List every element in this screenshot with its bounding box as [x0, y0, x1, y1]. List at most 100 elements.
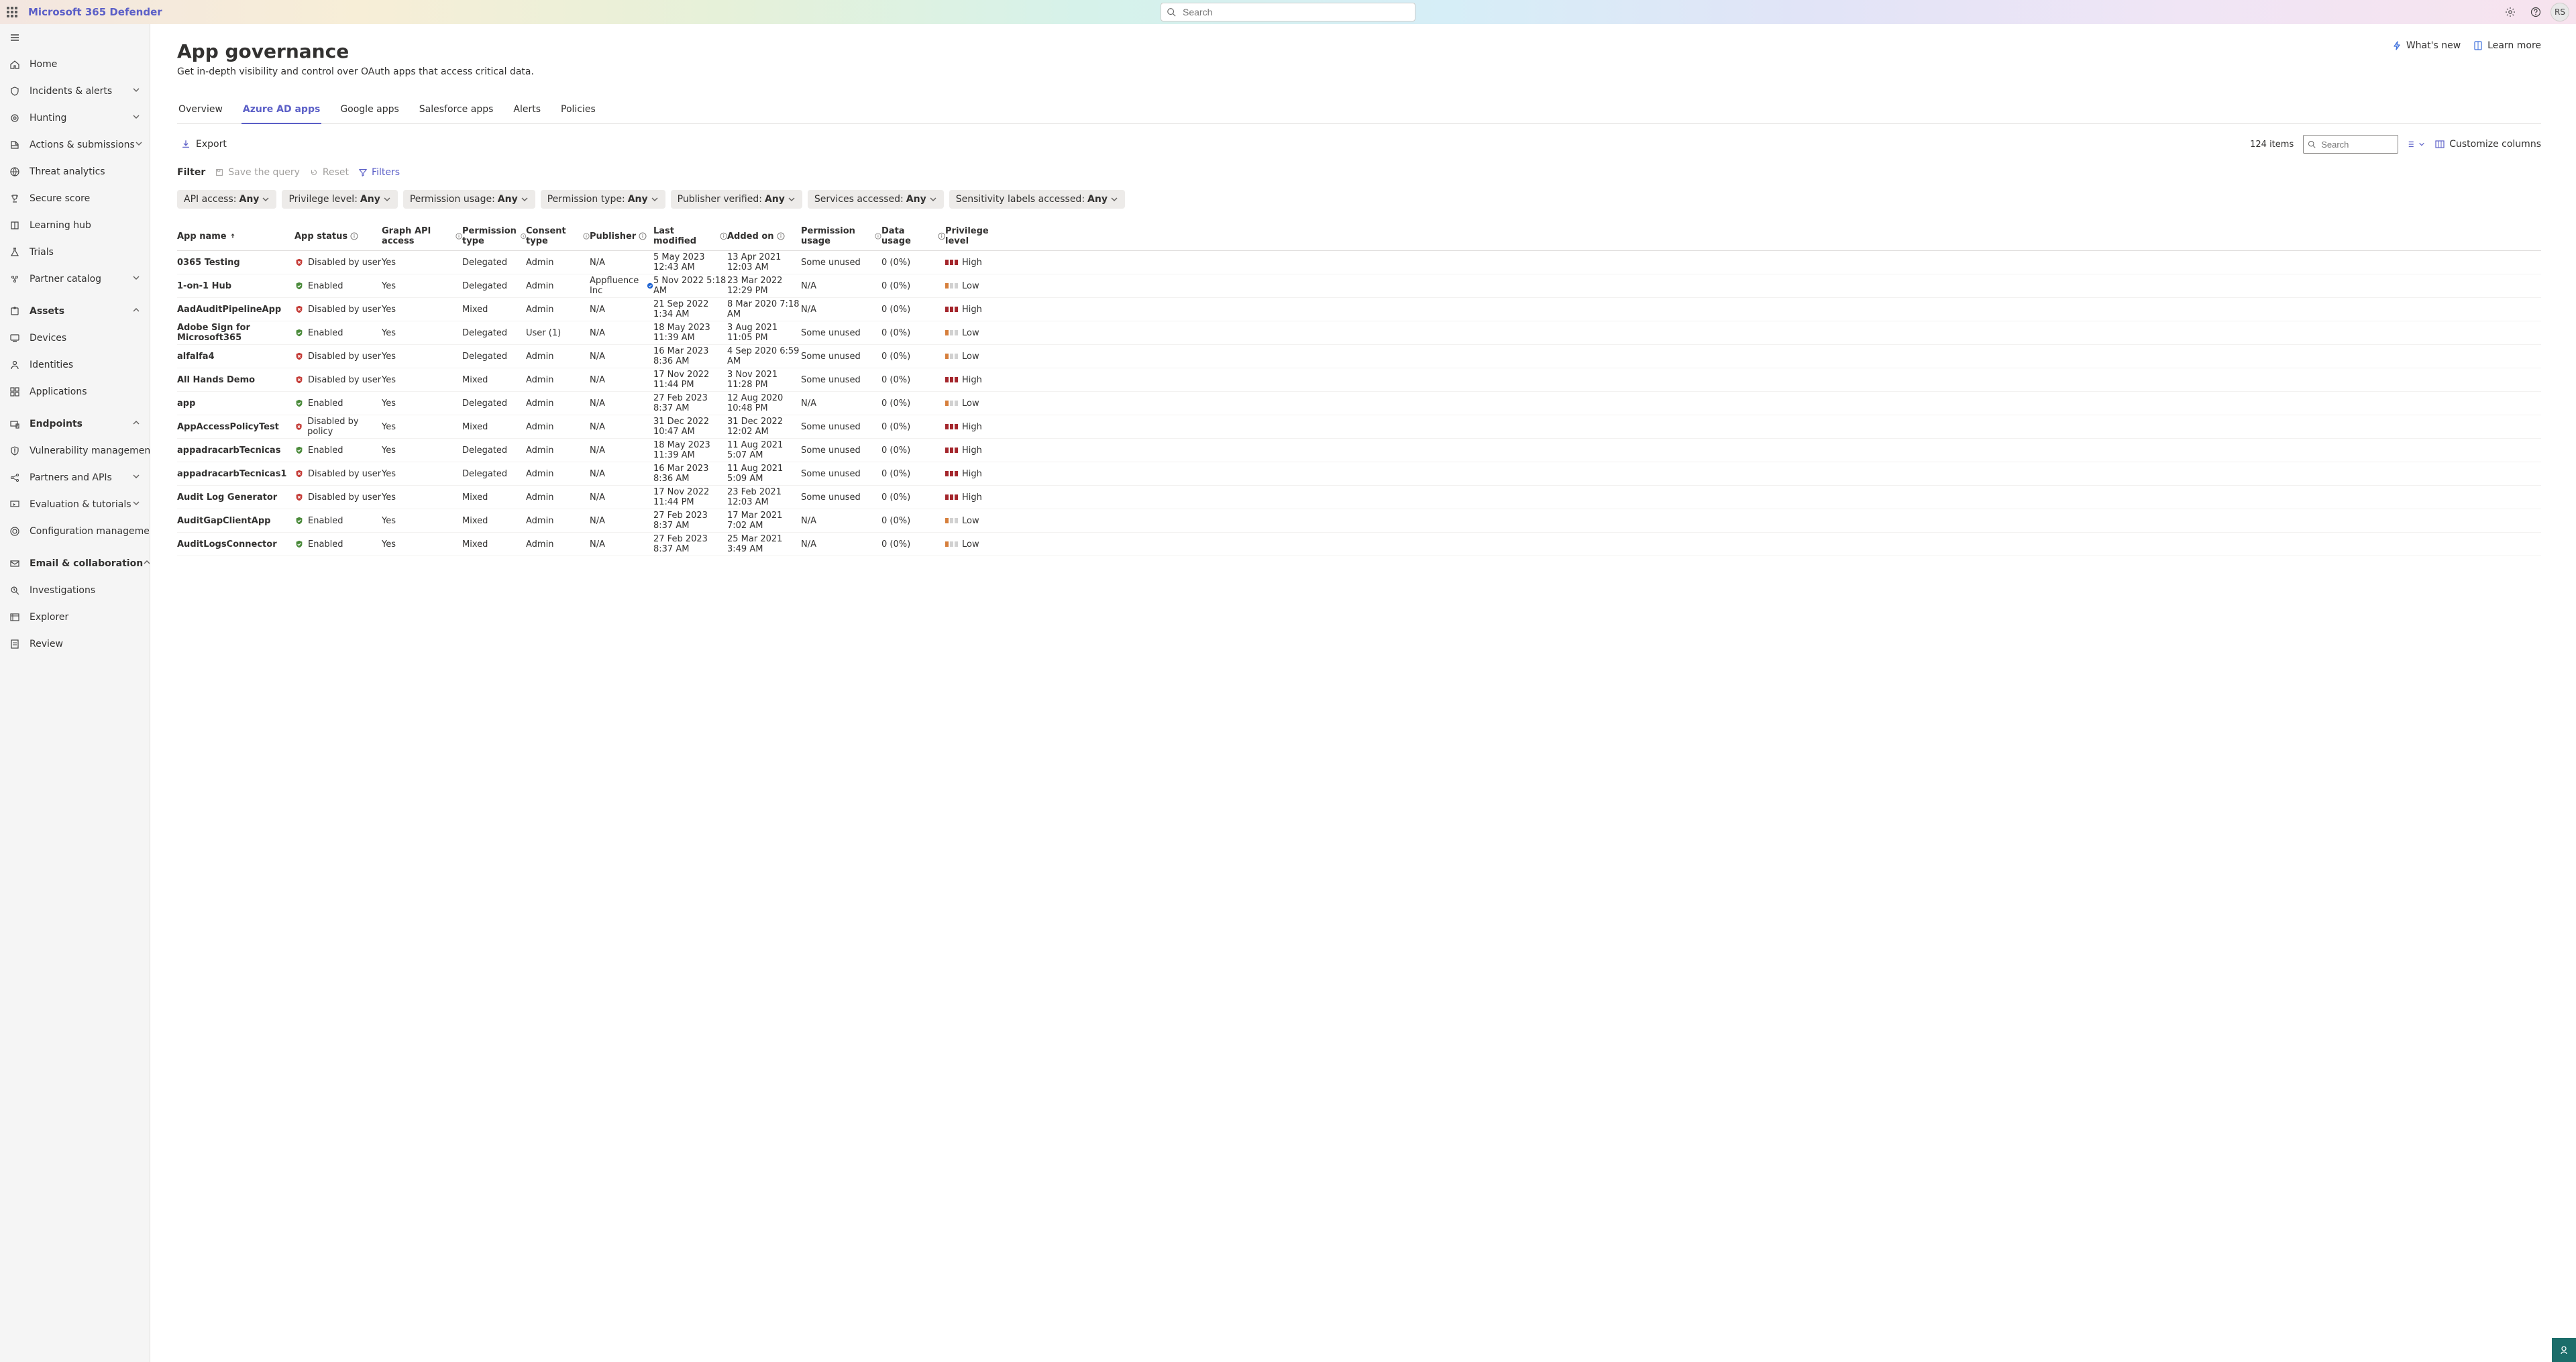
col-permission-usage[interactable]: Permission usage — [801, 226, 881, 246]
nav-item-hunting[interactable]: Hunting — [0, 105, 150, 132]
cell-privilege-level: Low — [945, 328, 1009, 338]
global-search-input[interactable] — [1181, 6, 1409, 18]
tab-salesforce-apps[interactable]: Salesforce apps — [418, 104, 495, 124]
status-icon — [294, 446, 304, 455]
cell-added-on: 12 Aug 2020 10:48 PM — [727, 393, 801, 413]
global-search[interactable] — [1161, 3, 1415, 21]
table-row[interactable]: AuditGapClientApp Enabled Yes Mixed Admi… — [177, 509, 2541, 533]
cell-data-usage: 0 (0%) — [881, 305, 945, 315]
learn-more-button[interactable]: Learn more — [2473, 40, 2541, 51]
collapse-nav-button[interactable] — [0, 24, 150, 51]
col-permission-type[interactable]: Permission type — [462, 226, 526, 246]
product-title[interactable]: Microsoft 365 Defender — [24, 6, 162, 18]
col-app-status[interactable]: App status — [294, 231, 382, 242]
tab-google-apps[interactable]: Google apps — [339, 104, 400, 124]
table-row[interactable]: AppAccessPolicyTest Disabled by policy Y… — [177, 415, 2541, 439]
tab-overview[interactable]: Overview — [177, 104, 224, 124]
filter-pill[interactable]: Publisher verified: Any — [671, 190, 802, 209]
settings-button[interactable] — [2500, 1, 2521, 23]
feedback-button[interactable] — [2552, 1338, 2576, 1362]
nav-item-investigations[interactable]: Investigations — [0, 577, 150, 604]
cell-graph-access: Yes — [382, 375, 462, 385]
col-data-usage[interactable]: Data usage — [881, 226, 945, 246]
table-row[interactable]: Adobe Sign for Microsoft365 Enabled Yes … — [177, 321, 2541, 345]
nav-item-devices[interactable]: Devices — [0, 325, 150, 352]
col-graph-api-access[interactable]: Graph API access — [382, 226, 462, 246]
app-launcher-button[interactable] — [0, 0, 24, 24]
whats-new-button[interactable]: What's new — [2392, 40, 2461, 51]
nav-item-evaluation-tutorials[interactable]: Evaluation & tutorials — [0, 491, 150, 518]
cell-last-modified: 5 May 2023 12:43 AM — [653, 252, 727, 272]
cell-consent-type: Admin — [526, 539, 590, 549]
cell-consent-type: Admin — [526, 492, 590, 503]
table-row[interactable]: app Enabled Yes Delegated Admin N/A 27 F… — [177, 392, 2541, 415]
nav-item-vulnerability-management[interactable]: Vulnerability management — [0, 437, 150, 464]
nav-item-learning-hub[interactable]: Learning hub — [0, 212, 150, 239]
filters-button[interactable]: Filters — [358, 167, 400, 178]
customize-columns-button[interactable]: Customize columns — [2434, 139, 2541, 150]
nav-item-threat-analytics[interactable]: Threat analytics — [0, 158, 150, 185]
status-icon — [294, 281, 304, 291]
filter-pill[interactable]: Permission usage: Any — [403, 190, 535, 209]
cell-consent-type: Admin — [526, 352, 590, 362]
nav-item-incidents-alerts[interactable]: Incidents & alerts — [0, 78, 150, 105]
table-search[interactable] — [2303, 135, 2398, 154]
vuln-icon — [9, 446, 20, 456]
cell-privilege-level: High — [945, 258, 1009, 268]
nav-item-email-collaboration[interactable]: Email & collaboration — [0, 550, 150, 577]
table-search-input[interactable] — [2320, 139, 2394, 150]
table-row[interactable]: 1-on-1 Hub Enabled Yes Delegated Admin A… — [177, 274, 2541, 298]
export-button[interactable]: Export — [177, 139, 231, 150]
nav-item-identities[interactable]: Identities — [0, 352, 150, 378]
table-row[interactable]: alfalfa4 Disabled by user Yes Delegated … — [177, 345, 2541, 368]
table-row[interactable]: appadracarbTecnicas Enabled Yes Delegate… — [177, 439, 2541, 462]
table-row[interactable]: appadracarbTecnicas1 Disabled by user Ye… — [177, 462, 2541, 486]
sort-asc-icon — [229, 233, 236, 240]
tab-azure-ad-apps[interactable]: Azure AD apps — [241, 104, 321, 124]
filter-pill[interactable]: API access: Any — [177, 190, 276, 209]
nav-item-partner-catalog[interactable]: Partner catalog — [0, 266, 150, 293]
table-row[interactable]: 0365 Testing Disabled by user Yes Delega… — [177, 251, 2541, 274]
cell-consent-type: Admin — [526, 305, 590, 315]
nav-item-applications[interactable]: Applications — [0, 378, 150, 405]
nav-item-configuration-management[interactable]: Configuration management — [0, 518, 150, 545]
col-consent-type[interactable]: Consent type — [526, 226, 590, 246]
cell-data-usage: 0 (0%) — [881, 446, 945, 456]
col-privilege-level[interactable]: Privilege level — [945, 226, 1009, 246]
col-app-name[interactable]: App name — [177, 231, 294, 242]
nav-item-endpoints[interactable]: Endpoints — [0, 411, 150, 437]
table-row[interactable]: All Hands Demo Disabled by user Yes Mixe… — [177, 368, 2541, 392]
col-label: Permission type — [462, 226, 518, 246]
nav-item-secure-score[interactable]: Secure score — [0, 185, 150, 212]
cell-app-status: Enabled — [294, 446, 382, 456]
filter-pill[interactable]: Services accessed: Any — [808, 190, 944, 209]
group-button[interactable] — [2408, 140, 2425, 149]
account-avatar[interactable]: RS — [2551, 3, 2569, 21]
nav-item-home[interactable]: Home — [0, 51, 150, 78]
nav-item-assets[interactable]: Assets — [0, 298, 150, 325]
filter-pill[interactable]: Permission type: Any — [541, 190, 665, 209]
nav-item-review[interactable]: Review — [0, 631, 150, 658]
nav-item-partners-and-apis[interactable]: Partners and APIs — [0, 464, 150, 491]
table-row[interactable]: AadAuditPipelineApp Disabled by user Yes… — [177, 298, 2541, 321]
col-publisher[interactable]: Publisher — [590, 231, 653, 242]
cell-added-on: 23 Mar 2022 12:29 PM — [727, 276, 801, 296]
tab-alerts[interactable]: Alerts — [512, 104, 542, 124]
col-added-on[interactable]: Added on — [727, 231, 801, 242]
cell-last-modified: 18 May 2023 11:39 AM — [653, 323, 727, 343]
cell-consent-type: Admin — [526, 281, 590, 291]
cell-permission-usage: Some unused — [801, 446, 881, 456]
nav-item-explorer[interactable]: Explorer — [0, 604, 150, 631]
filter-pill[interactable]: Privilege level: Any — [282, 190, 397, 209]
nav-item-trials[interactable]: Trials — [0, 239, 150, 266]
nav-item-actions-submissions[interactable]: Actions & submissions — [0, 132, 150, 158]
col-last-modified[interactable]: Last modified — [653, 226, 727, 246]
tab-policies[interactable]: Policies — [559, 104, 597, 124]
filter-pill[interactable]: Sensitivity labels accessed: Any — [949, 190, 1125, 209]
table-row[interactable]: AuditLogsConnector Enabled Yes Mixed Adm… — [177, 533, 2541, 556]
cell-app-name: Audit Log Generator — [177, 492, 294, 503]
status-icon — [294, 492, 304, 502]
table-row[interactable]: Audit Log Generator Disabled by user Yes… — [177, 486, 2541, 509]
cell-graph-access: Yes — [382, 281, 462, 291]
help-button[interactable] — [2525, 1, 2546, 23]
